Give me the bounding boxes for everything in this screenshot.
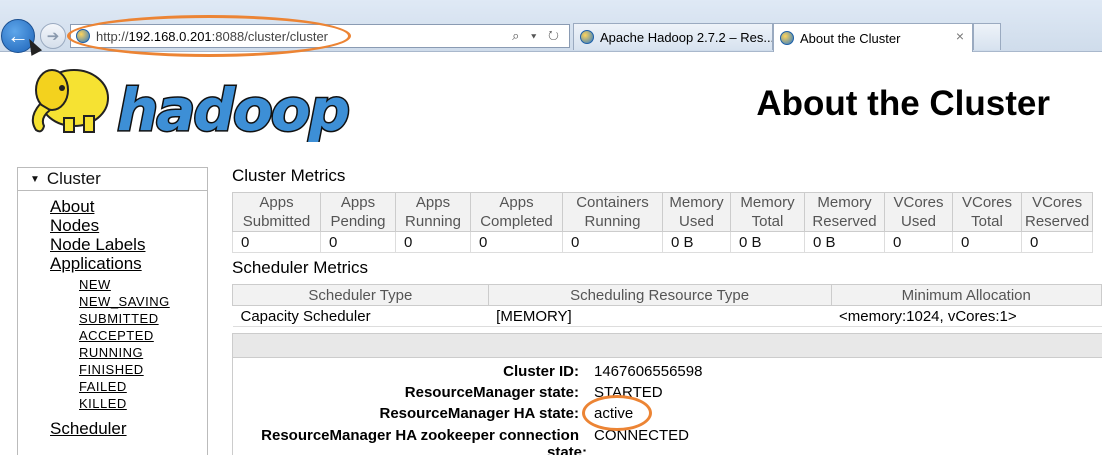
- column-header-line: Running: [584, 213, 641, 230]
- column-header[interactable]: Memory Total: [730, 192, 805, 232]
- column-header-line: Total: [751, 213, 784, 230]
- column-header[interactable]: Apps Pending: [320, 192, 396, 232]
- scheduler-metrics-title: Scheduler Metrics: [232, 258, 369, 277]
- column-header-line: Memory: [740, 194, 795, 211]
- ie-page-icon: [780, 31, 794, 45]
- cluster-metrics-table: Apps Submitted Apps Pending Apps Running Apps C…: [232, 192, 1094, 253]
- tab-label: Apache Hadoop 2.7.2 – Res...: [600, 29, 773, 45]
- table-cell: 0: [1020, 231, 1094, 253]
- column-header[interactable]: Apps Completed: [470, 192, 563, 232]
- sidebar-app-state-finished[interactable]: FINISHED: [79, 361, 207, 378]
- column-header[interactable]: VCores Used: [884, 192, 953, 232]
- column-header[interactable]: VCores Reserved: [1020, 192, 1094, 232]
- sidebar-app-state-killed[interactable]: KILLED: [79, 395, 207, 412]
- table-cell: Capacity Scheduler: [232, 305, 489, 327]
- sidebar-app-state-accepted[interactable]: ACCEPTED: [79, 327, 207, 344]
- sidebar-item-node-labels[interactable]: Node Labels: [50, 235, 207, 254]
- info-label: ResourceManager state:: [404, 384, 579, 401]
- cluster-info-panel: Cluster ID: 1467606556598 ResourceManage…: [232, 333, 1102, 455]
- cluster-metrics-title: Cluster Metrics: [232, 166, 346, 185]
- info-label: Cluster ID:: [503, 363, 579, 380]
- table-cell: [MEMORY]: [488, 305, 832, 327]
- new-tab-button[interactable]: [973, 23, 1001, 50]
- logo-wordmark: hadoop: [117, 76, 349, 142]
- table-cell: 0: [232, 231, 321, 253]
- ie-page-icon: [580, 30, 594, 44]
- column-header[interactable]: VCores Total: [952, 192, 1022, 232]
- forward-button[interactable]: ➔: [40, 23, 66, 49]
- sidebar-item-about[interactable]: About: [50, 197, 207, 216]
- column-header-line: Memory: [669, 194, 724, 211]
- table-cell: 0 B: [804, 231, 885, 253]
- column-header-line: Apps: [340, 194, 376, 211]
- column-header[interactable]: Scheduling Resource Type: [487, 284, 832, 306]
- table-cell: 0 B: [730, 231, 805, 253]
- column-header-line: Reserved: [812, 213, 877, 230]
- sidebar-app-state-failed[interactable]: FAILED: [79, 378, 207, 395]
- column-header[interactable]: Containers Running: [562, 192, 663, 232]
- table-row: 000000 B0 B0 B000: [232, 231, 1094, 253]
- column-header-line: Apps: [499, 194, 534, 211]
- table-cell: 0: [320, 231, 396, 253]
- info-panel-header-bar: [233, 334, 1102, 358]
- sidebar-app-state-submitted[interactable]: SUBMITTED: [79, 310, 207, 327]
- tab-about-cluster[interactable]: About the Cluster ×: [773, 23, 973, 52]
- sidebar-app-state-new-saving[interactable]: NEW_SAVING: [79, 293, 207, 310]
- sidebar-item-applications[interactable]: Applications: [50, 254, 207, 273]
- column-header-line: Memory: [817, 194, 872, 211]
- table-cell: 0 B: [662, 231, 731, 253]
- column-header[interactable]: Apps Submitted: [232, 192, 321, 232]
- table-cell: 0: [884, 231, 953, 253]
- column-header-line: Apps: [415, 194, 451, 211]
- info-value: 1467606556598: [594, 363, 703, 380]
- elephant-icon: [31, 69, 109, 133]
- arrow-right-icon: ➔: [46, 28, 60, 45]
- search-refresh-icons[interactable]: ⌕ ▾ ↻: [512, 28, 563, 44]
- sidebar-header-label: Cluster: [46, 169, 101, 188]
- triangle-down-icon: ▼: [30, 173, 40, 185]
- info-label: ResourceManager HA zookeeper connection: [261, 427, 579, 444]
- column-header-line: VCores: [893, 194, 944, 211]
- column-header-line: Pending: [330, 213, 386, 230]
- close-icon[interactable]: ×: [956, 28, 964, 44]
- column-header[interactable]: Apps Running: [395, 192, 471, 232]
- column-header-line: Used: [900, 213, 937, 230]
- sidebar-item-nodes[interactable]: Nodes: [50, 216, 207, 235]
- hadoop-logo: hadoop: [31, 69, 352, 142]
- table-cell: 0: [470, 231, 563, 253]
- tab-apache-hadoop[interactable]: Apache Hadoop 2.7.2 – Res...: [573, 23, 773, 50]
- table-cell: 0: [952, 231, 1022, 253]
- column-header-line: VCores: [961, 194, 1013, 211]
- column-header-line: Reserved: [1025, 213, 1090, 230]
- column-header-line: Submitted: [242, 213, 311, 230]
- column-header[interactable]: Scheduler Type: [232, 284, 489, 306]
- column-header-line: Apps: [259, 194, 294, 211]
- sidebar-app-state-new[interactable]: NEW: [79, 276, 207, 293]
- sidebar-app-state-running[interactable]: RUNNING: [79, 344, 207, 361]
- table-cell: 0: [395, 231, 471, 253]
- column-header[interactable]: Memory Reserved: [804, 192, 885, 232]
- url-annotation-circle: [67, 15, 351, 57]
- table-row: Capacity Scheduler [MEMORY] <memory:1024…: [232, 305, 1102, 327]
- column-header-line: VCores: [1032, 194, 1083, 211]
- sidebar: ▼ Cluster About Nodes Node Labels Applic…: [17, 167, 208, 455]
- column-header-line: Running: [405, 213, 461, 230]
- column-header[interactable]: Minimum Allocation: [830, 284, 1102, 306]
- tab-label: About the Cluster: [800, 30, 901, 46]
- ha-state-annotation-circle: [582, 395, 652, 431]
- column-header-line: Used: [678, 213, 715, 230]
- info-label: ResourceManager HA state:: [379, 405, 579, 422]
- page-title: About the Cluster: [756, 84, 1050, 123]
- sidebar-cluster-header[interactable]: ▼ Cluster: [18, 168, 207, 191]
- column-header-line: Total: [971, 213, 1003, 230]
- info-label: state:: [546, 444, 587, 455]
- sidebar-item-scheduler[interactable]: Scheduler: [50, 419, 207, 438]
- table-cell: 0: [562, 231, 663, 253]
- column-header-line: Containers: [576, 194, 649, 211]
- column-header[interactable]: Memory Used: [662, 192, 731, 232]
- column-header-line: Completed: [480, 213, 553, 230]
- table-cell: <memory:1024, vCores:1>: [831, 305, 1102, 327]
- scheduler-metrics-table: Scheduler Type Scheduling Resource Type …: [232, 284, 1102, 327]
